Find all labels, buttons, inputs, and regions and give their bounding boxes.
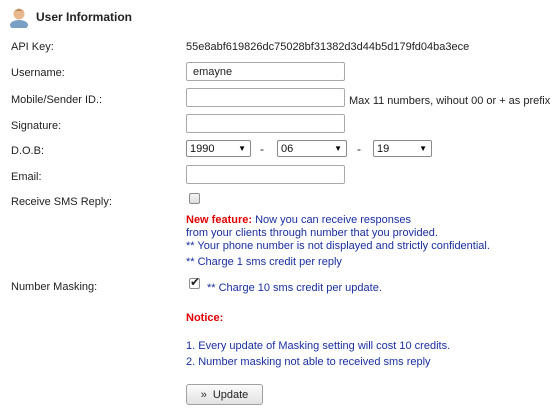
dob-month-select[interactable]: 06 ▼ — [277, 140, 347, 157]
sms-reply-info-line: from your clients through number that yo… — [186, 227, 438, 239]
dob-separator: - — [260, 142, 264, 156]
number-masking-label: Number Masking: — [11, 281, 98, 293]
sms-reply-charge-note: ** Charge 1 sms credit per reply — [186, 256, 342, 268]
sms-reply-checkbox[interactable] — [189, 193, 200, 204]
dob-month-value: 06 — [281, 142, 294, 155]
notice-title: Notice: — [186, 312, 224, 324]
number-masking-checkbox[interactable]: ✔ — [189, 275, 201, 289]
api-key-label: API Key: — [11, 41, 54, 53]
dob-day-select[interactable]: 19 ▼ — [373, 140, 432, 157]
signature-label: Signature: — [11, 120, 62, 132]
new-feature-badge: New feature: — [186, 214, 253, 226]
section-title: User Information — [36, 10, 133, 24]
sender-id-hint: Max 11 numbers, wihout 00 or + as prefix — [349, 95, 551, 107]
signature-input[interactable] — [186, 114, 345, 133]
chevron-double-right-icon: » — [200, 388, 207, 401]
checkmark-icon: ✔ — [190, 275, 201, 289]
dropdown-caret-icon: ▼ — [238, 144, 246, 153]
section-header: User Information — [8, 4, 132, 30]
sender-id-input[interactable] — [186, 88, 345, 107]
dob-separator: - — [357, 142, 361, 156]
user-icon — [8, 6, 30, 30]
sms-reply-privacy-note: ** Your phone number is not displayed an… — [186, 240, 490, 252]
dob-year-select[interactable]: 1990 ▼ — [186, 140, 251, 157]
new-feature-line: New feature: Now you can receive respons… — [186, 214, 490, 227]
notice-item-2: 2. Number masking not able to received s… — [186, 356, 431, 368]
new-feature-text: Now you can receive responses — [252, 214, 411, 226]
api-key-value: 55e8abf619826dc75028bf31382d3d44b5d179fd… — [186, 41, 470, 53]
notice-item-1: 1. Every update of Masking setting will … — [186, 340, 451, 352]
update-button[interactable]: » Update — [186, 384, 263, 405]
sms-reply-info: New feature: Now you can receive respons… — [186, 214, 490, 269]
username-input[interactable] — [186, 62, 345, 81]
dob-label: D.O.B: — [11, 145, 45, 157]
dropdown-caret-icon: ▼ — [334, 144, 342, 153]
sender-id-label: Mobile/Sender ID.: — [11, 94, 103, 106]
dob-day-value: 19 — [377, 142, 390, 155]
update-button-label: Update — [212, 388, 249, 401]
username-label: Username: — [11, 67, 65, 79]
dropdown-caret-icon: ▼ — [419, 144, 427, 153]
dob-year-value: 1990 — [190, 142, 215, 155]
sms-reply-label: Receive SMS Reply: — [11, 196, 112, 208]
email-input[interactable] — [186, 165, 345, 184]
email-label: Email: — [11, 171, 42, 183]
masking-charge-note: ** Charge 10 sms credit per update. — [207, 282, 382, 294]
